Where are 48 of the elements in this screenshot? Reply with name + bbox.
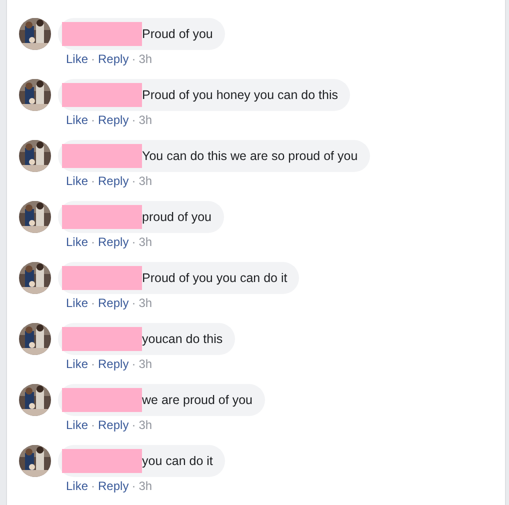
comment-time: 3h (138, 479, 152, 493)
action-link[interactable]: Reply (98, 52, 129, 66)
comment-text: youcan do this (142, 332, 223, 346)
action-link[interactable]: Reply (98, 113, 129, 127)
action-link[interactable]: Like (66, 235, 88, 249)
comment-text: Proud of you (142, 27, 213, 41)
comment-text: you can do it (142, 454, 213, 468)
action-link[interactable]: Like (66, 52, 88, 66)
separator-dot: · (91, 52, 96, 66)
separator-dot: · (91, 418, 96, 432)
comment-text: we are proud of you (142, 393, 252, 407)
separator-dot: · (91, 357, 96, 371)
comment-time: 3h (138, 296, 152, 310)
comment-time: 3h (138, 418, 152, 432)
separator-dot: · (91, 174, 96, 188)
comment-text: You can do this we are so proud of you (142, 149, 358, 163)
action-link[interactable]: Reply (98, 418, 129, 432)
comment-time: 3h (138, 174, 152, 188)
separator-dot: · (132, 174, 136, 188)
action-link[interactable]: Like (66, 113, 88, 127)
action-link[interactable]: Like (66, 418, 88, 432)
comment-time: 3h (138, 235, 152, 249)
separator-dot: · (132, 296, 136, 310)
comment-text: Proud of you you can do it (142, 271, 288, 285)
action-link[interactable]: Like (66, 479, 88, 493)
separator-dot: · (132, 235, 136, 249)
comment-text: proud of you (142, 210, 212, 224)
action-link[interactable]: Reply (98, 357, 129, 371)
action-link[interactable]: Reply (98, 174, 129, 188)
separator-dot: · (132, 113, 136, 127)
action-link[interactable]: Reply (98, 296, 129, 310)
comment-text: Proud of you honey you can do this (142, 88, 338, 102)
action-link[interactable]: Reply (98, 479, 129, 493)
separator-dot: · (132, 418, 136, 432)
comment-time: 3h (138, 52, 152, 66)
separator-dot: · (132, 479, 136, 493)
comment-time: 3h (138, 357, 152, 371)
action-link[interactable]: Like (66, 174, 88, 188)
action-link[interactable]: Reply (98, 235, 129, 249)
separator-dot: · (91, 479, 96, 493)
separator-dot: · (132, 357, 136, 371)
separator-dot: · (91, 296, 96, 310)
separator-dot: · (91, 235, 96, 249)
action-link[interactable]: Like (66, 296, 88, 310)
comment-time: 3h (138, 113, 152, 127)
action-link[interactable]: Like (66, 357, 88, 371)
separator-dot: · (91, 113, 96, 127)
separator-dot: · (132, 52, 136, 66)
